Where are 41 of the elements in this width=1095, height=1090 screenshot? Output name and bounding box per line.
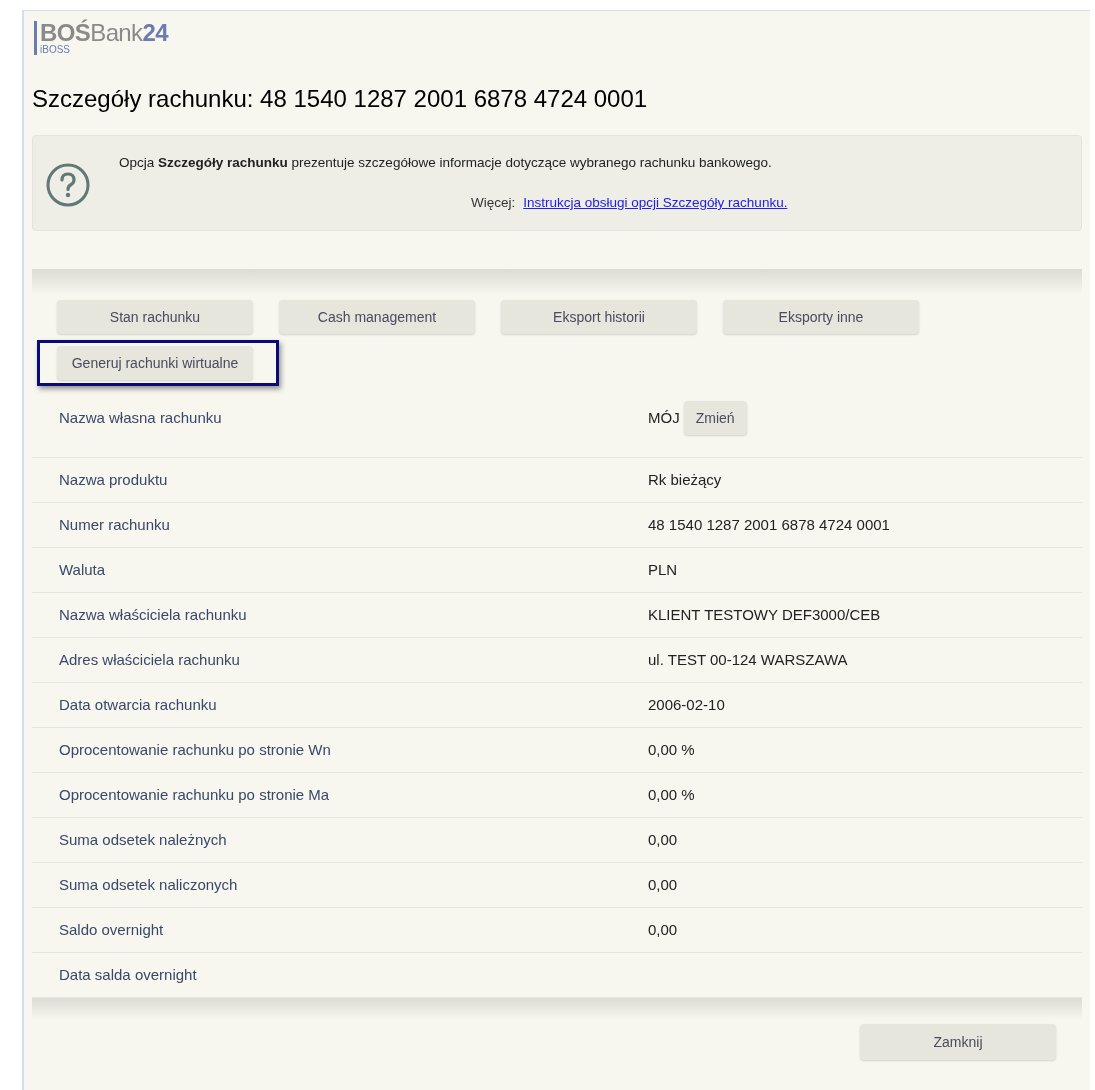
action-button[interactable]: Generuj rachunki wirtualne: [57, 346, 253, 380]
detail-value: Rk bieżący: [648, 469, 722, 490]
page-title: Szczegóły rachunku: 48 1540 1287 2001 6878 4724 0001: [32, 84, 649, 114]
logo-text: 24: [142, 21, 169, 45]
detail-label: Oprocentowanie rachunku po stronie Wn: [59, 739, 332, 760]
detail-value: MÓJ: [648, 408, 680, 428]
more-label: Więcej:: [471, 194, 516, 212]
logo-text: Bank: [90, 21, 143, 45]
detail-label: Suma odsetek naliczonych: [59, 874, 239, 895]
detail-value: KLIENT TESTOWY DEF3000/CEB: [648, 604, 881, 625]
close-button[interactable]: Zamknij: [860, 1024, 1056, 1060]
help-link[interactable]: Instrukcja obsługi opcji Szczegóły rachunku.: [523, 193, 788, 214]
detail-label: Adres właściciela rachunku: [59, 649, 241, 670]
detail-label: Nazwa własna rachunku: [59, 408, 223, 428]
detail-label: Data salda overnight: [59, 964, 198, 985]
detail-value: 0,00: [648, 874, 678, 895]
help-text: Opcja Szczegóły rachunku prezentuje szczegółowe informacje dotyczące wybranego rachunku bankowego.: [119, 153, 773, 172]
detail-value: 0,00 %: [648, 739, 695, 760]
detail-value: 2006-02-10: [648, 694, 725, 715]
action-button[interactable]: Eksport historii: [501, 300, 697, 334]
detail-value: 48 1540 1287 2001 6878 4724 0001: [648, 514, 890, 535]
detail-value: 0,00: [648, 829, 678, 850]
help-icon: [45, 162, 91, 208]
detail-label: Data otwarcia rachunku: [59, 694, 218, 715]
detail-value: PLN: [648, 559, 678, 580]
detail-label: Saldo overnight: [59, 919, 165, 940]
logo-subtext: iBOSS: [40, 45, 71, 55]
action-button[interactable]: Cash management: [279, 300, 475, 334]
detail-label: Waluta: [59, 559, 107, 580]
detail-label: Oprocentowanie rachunku po stronie Ma: [59, 784, 331, 805]
action-button[interactable]: Stan rachunku: [57, 300, 253, 334]
detail-label: Numer rachunku: [59, 514, 171, 535]
change-button[interactable]: Zmień: [683, 401, 747, 435]
detail-label: Nazwa produktu: [59, 469, 169, 490]
logo-text: BOŚ: [40, 21, 91, 45]
detail-value: 0,00 %: [648, 784, 695, 805]
detail-label: Nazwa właściciela rachunku: [59, 604, 248, 625]
detail-label: Suma odsetek należnych: [59, 829, 228, 850]
detail-value: 0,00: [648, 919, 678, 940]
detail-value: ul. TEST 00-124 WARSZAWA: [648, 649, 848, 670]
action-button[interactable]: Eksporty inne: [723, 300, 919, 334]
